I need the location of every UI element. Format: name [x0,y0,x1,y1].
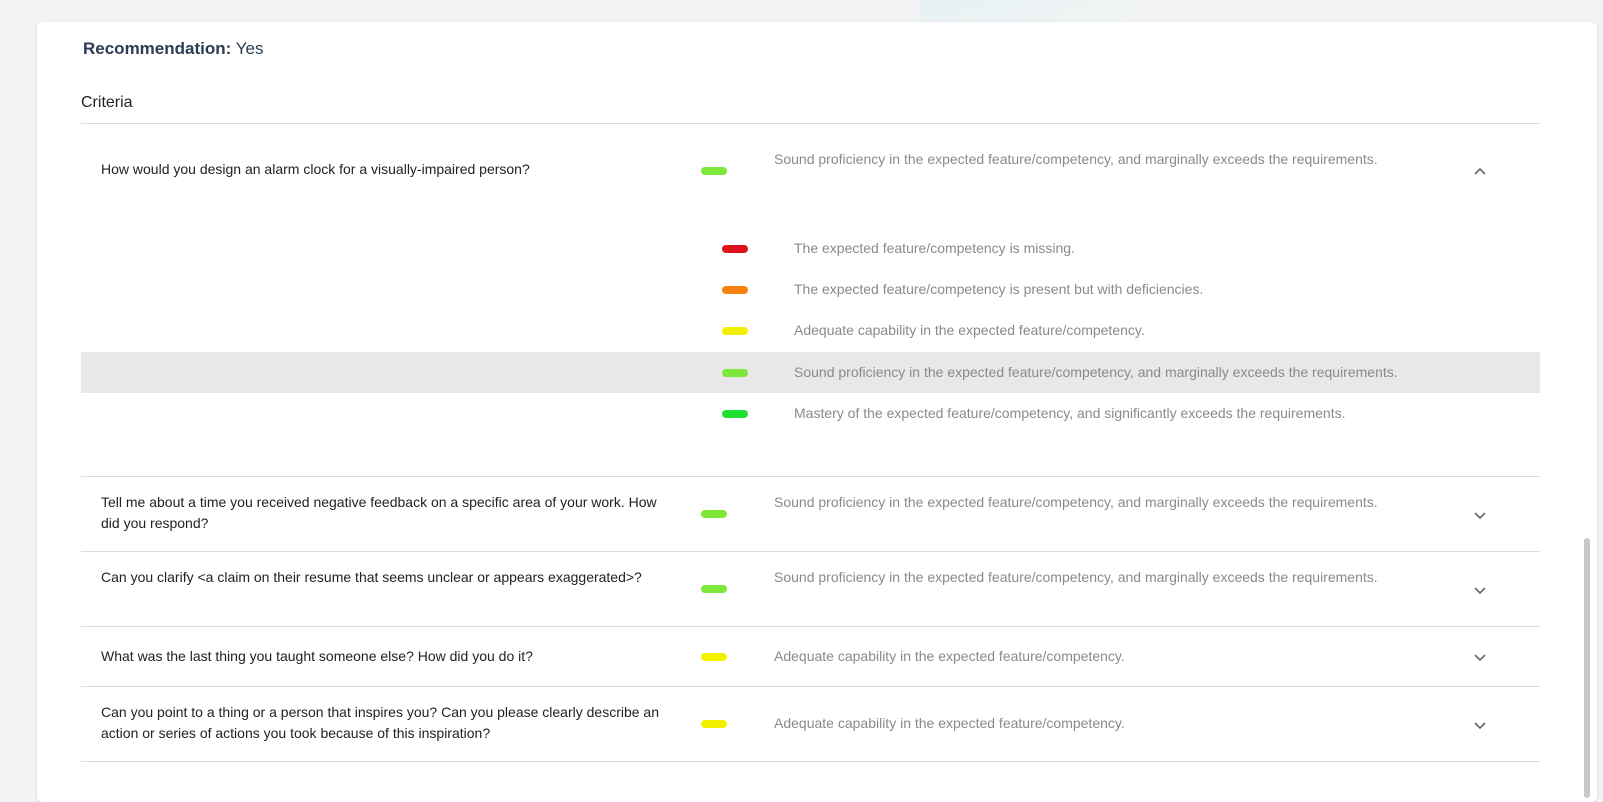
rating-text: Sound proficiency in the expected featur… [774,151,1378,167]
rating-text: Adequate capability in the expected feat… [774,715,1125,731]
rating-option-label: Adequate capability in the expected feat… [794,322,1145,338]
rating-text: Sound proficiency in the expected featur… [774,569,1378,585]
criteria-question: Can you clarify <a claim on their resume… [101,569,642,585]
criteria-row-last-taught[interactable]: What was the last thing you taught someo… [81,627,1540,686]
rating-indicator [722,327,748,335]
criteria-question: Tell me about a time you received negati… [101,494,657,531]
rating-option-label: Sound proficiency in the expected featur… [794,364,1398,380]
chevron-down-icon[interactable] [1470,580,1490,600]
scrollbar[interactable] [1584,538,1590,798]
rating-indicator [722,286,748,294]
criteria-row-inspiration[interactable]: Can you point to a thing or a person tha… [81,687,1540,761]
rating-option-label: The expected feature/competency is prese… [794,281,1204,297]
rating-option-label: The expected feature/competency is missi… [794,240,1075,256]
evaluation-card: Recommendation: Yes Criteria How would y… [37,22,1597,802]
chevron-down-icon[interactable] [1470,715,1490,735]
rating-options-list: The expected feature/competency is missi… [81,228,1540,438]
rating-option-label: Mastery of the expected feature/competen… [794,405,1346,421]
criteria-row-resume-claim[interactable]: Can you clarify <a claim on their resume… [81,552,1540,626]
rating-text: Adequate capability in the expected feat… [774,648,1125,664]
divider [81,761,1540,762]
rating-indicator [722,369,748,377]
rating-option-missing[interactable]: The expected feature/competency is missi… [81,228,1540,269]
criteria-row-negative-feedback[interactable]: Tell me about a time you received negati… [81,477,1540,551]
rating-text: Sound proficiency in the expected featur… [774,494,1378,510]
rating-indicator [722,245,748,253]
rating-option-adequate[interactable]: Adequate capability in the expected feat… [81,310,1540,351]
chevron-down-icon[interactable] [1470,505,1490,525]
chevron-down-icon[interactable] [1470,647,1490,667]
criteria-heading: Criteria [81,94,133,111]
recommendation: Recommendation: Yes [83,39,263,59]
rating-option-sound-proficiency[interactable]: Sound proficiency in the expected featur… [81,352,1540,393]
rating-indicator [701,585,727,593]
criteria-question: How would you design an alarm clock for … [101,161,530,177]
rating-indicator [701,653,727,661]
recommendation-value: Yes [231,39,264,58]
recommendation-label: Recommendation: [83,39,232,58]
rating-indicator [701,720,727,728]
chevron-up-icon[interactable] [1470,162,1490,182]
criteria-question: What was the last thing you taught someo… [101,648,533,664]
rating-option-deficient[interactable]: The expected feature/competency is prese… [81,269,1540,310]
criteria-question: Can you point to a thing or a person tha… [101,704,660,741]
rating-indicator [722,410,748,418]
rating-option-mastery[interactable]: Mastery of the expected feature/competen… [81,393,1540,434]
rating-indicator [701,167,727,175]
rating-indicator [701,510,727,518]
